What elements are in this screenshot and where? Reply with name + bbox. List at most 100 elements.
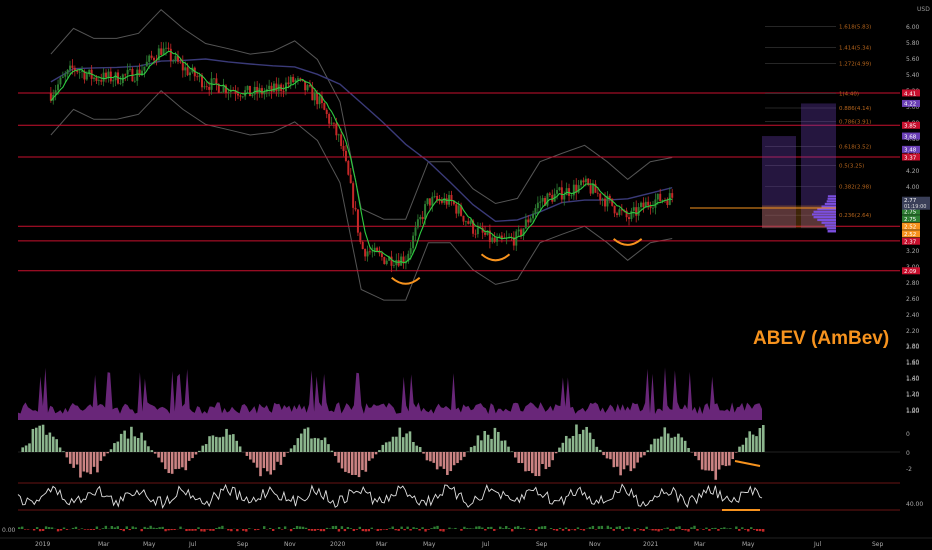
candle-body [64, 74, 67, 77]
oscillator-bar [276, 452, 279, 462]
oscillator-bar [310, 438, 313, 452]
candle-body [392, 265, 395, 266]
oscillator-bar [357, 452, 361, 478]
candle-body [105, 72, 108, 78]
candle-body [126, 69, 129, 75]
bottom-bar [558, 527, 562, 529]
bottom-bar [430, 528, 433, 529]
x-tick-label: May [423, 541, 436, 548]
bottom-bar [654, 529, 657, 531]
bottom-bar [711, 527, 714, 529]
oscillator-bar [289, 448, 293, 452]
candle-body [203, 86, 206, 88]
bottom-bar [621, 529, 624, 531]
oscillator-bar [446, 452, 449, 475]
candle-body [464, 221, 467, 223]
oscillator-bar [412, 442, 415, 452]
bottom-bar [394, 529, 397, 531]
volume-profile-bar [826, 227, 836, 230]
y-tick-label: 4.20 [906, 168, 920, 175]
candle-body [145, 61, 148, 67]
candle-body [102, 72, 105, 82]
bottom-bar [750, 527, 753, 529]
bottom-bar [448, 527, 451, 529]
oscillator-bar [758, 428, 762, 452]
rsi-line [17, 483, 763, 509]
oscillator-bar [500, 440, 504, 452]
oscillator-bar [320, 440, 323, 452]
oscillator-bar [656, 438, 660, 452]
oscillator-bar [126, 438, 130, 452]
bottom-bar [152, 527, 155, 529]
candle-body [529, 218, 532, 223]
candle-body [181, 62, 184, 71]
oscillator-bar [116, 441, 120, 452]
oscillator-bar [354, 452, 357, 475]
x-tick-label: Jul [188, 541, 197, 548]
candle-body [57, 84, 60, 91]
fib-label: 1(4.40) [839, 91, 859, 97]
oscillator-bar [344, 452, 347, 472]
candle-body [61, 76, 64, 78]
oscillator-bar [473, 445, 476, 452]
oscillator-bar [639, 452, 643, 458]
oscillator-bar [367, 452, 371, 461]
bottom-bar [481, 527, 484, 529]
oscillator-bar [704, 452, 707, 471]
bottom-bar [221, 525, 224, 529]
bottom-bar [170, 529, 173, 531]
oscillator-bar [238, 446, 242, 452]
candle-body [340, 134, 343, 146]
bottom-bar [618, 526, 621, 529]
oscillator-bar [272, 452, 276, 471]
candle-body [383, 257, 386, 265]
candle-body [647, 201, 650, 206]
candle-body [241, 96, 244, 98]
oscillator-bar [340, 452, 344, 469]
bottom-bar [475, 526, 478, 529]
bottom-bar [744, 529, 747, 530]
bottom-bar [382, 529, 385, 530]
bottom-bar [756, 529, 759, 532]
candle-body [520, 229, 523, 236]
bottom-bar [301, 526, 305, 529]
oscillator-bar [286, 452, 289, 453]
candle-body [438, 200, 441, 202]
bottom-bar [331, 526, 335, 529]
oscillator-bar [170, 452, 174, 474]
bottom-bar [427, 529, 430, 530]
bottom-bar [254, 529, 257, 531]
oscillator-bar [694, 452, 697, 457]
oscillator-bar [595, 446, 599, 452]
oscillator-bar [510, 451, 514, 452]
candle-body [253, 86, 256, 95]
oscillator-bar [571, 435, 575, 452]
candle-body [330, 122, 333, 124]
y-tick-label: 5.80 [906, 40, 920, 47]
oscillator-bar [643, 452, 646, 456]
oscillator-bar [401, 437, 405, 452]
bottom-bar [660, 529, 663, 531]
price-badge-label: 4.41 [904, 91, 916, 97]
candle-body [97, 80, 100, 81]
oscillator-bar [524, 452, 527, 472]
oscillator-bar [136, 437, 140, 452]
oscillator-bar [497, 431, 500, 452]
bottom-bar [62, 527, 66, 529]
bottom-bar [203, 529, 206, 532]
candle-body [289, 76, 292, 85]
oscillator-bar [55, 439, 58, 452]
oscillator-bar [534, 452, 537, 477]
oscillator-bar [82, 452, 86, 472]
bottom-bar [59, 529, 63, 531]
bottom-bar [663, 528, 666, 529]
candle-body [246, 85, 249, 91]
candle-body [133, 80, 136, 82]
candle-body [484, 232, 487, 235]
candle-body [409, 248, 412, 254]
bottom-bar [624, 527, 627, 529]
bottom-bar [714, 527, 717, 529]
oscillator-bar [262, 452, 266, 469]
candle-body [390, 256, 393, 266]
bottom-bar [436, 525, 439, 529]
